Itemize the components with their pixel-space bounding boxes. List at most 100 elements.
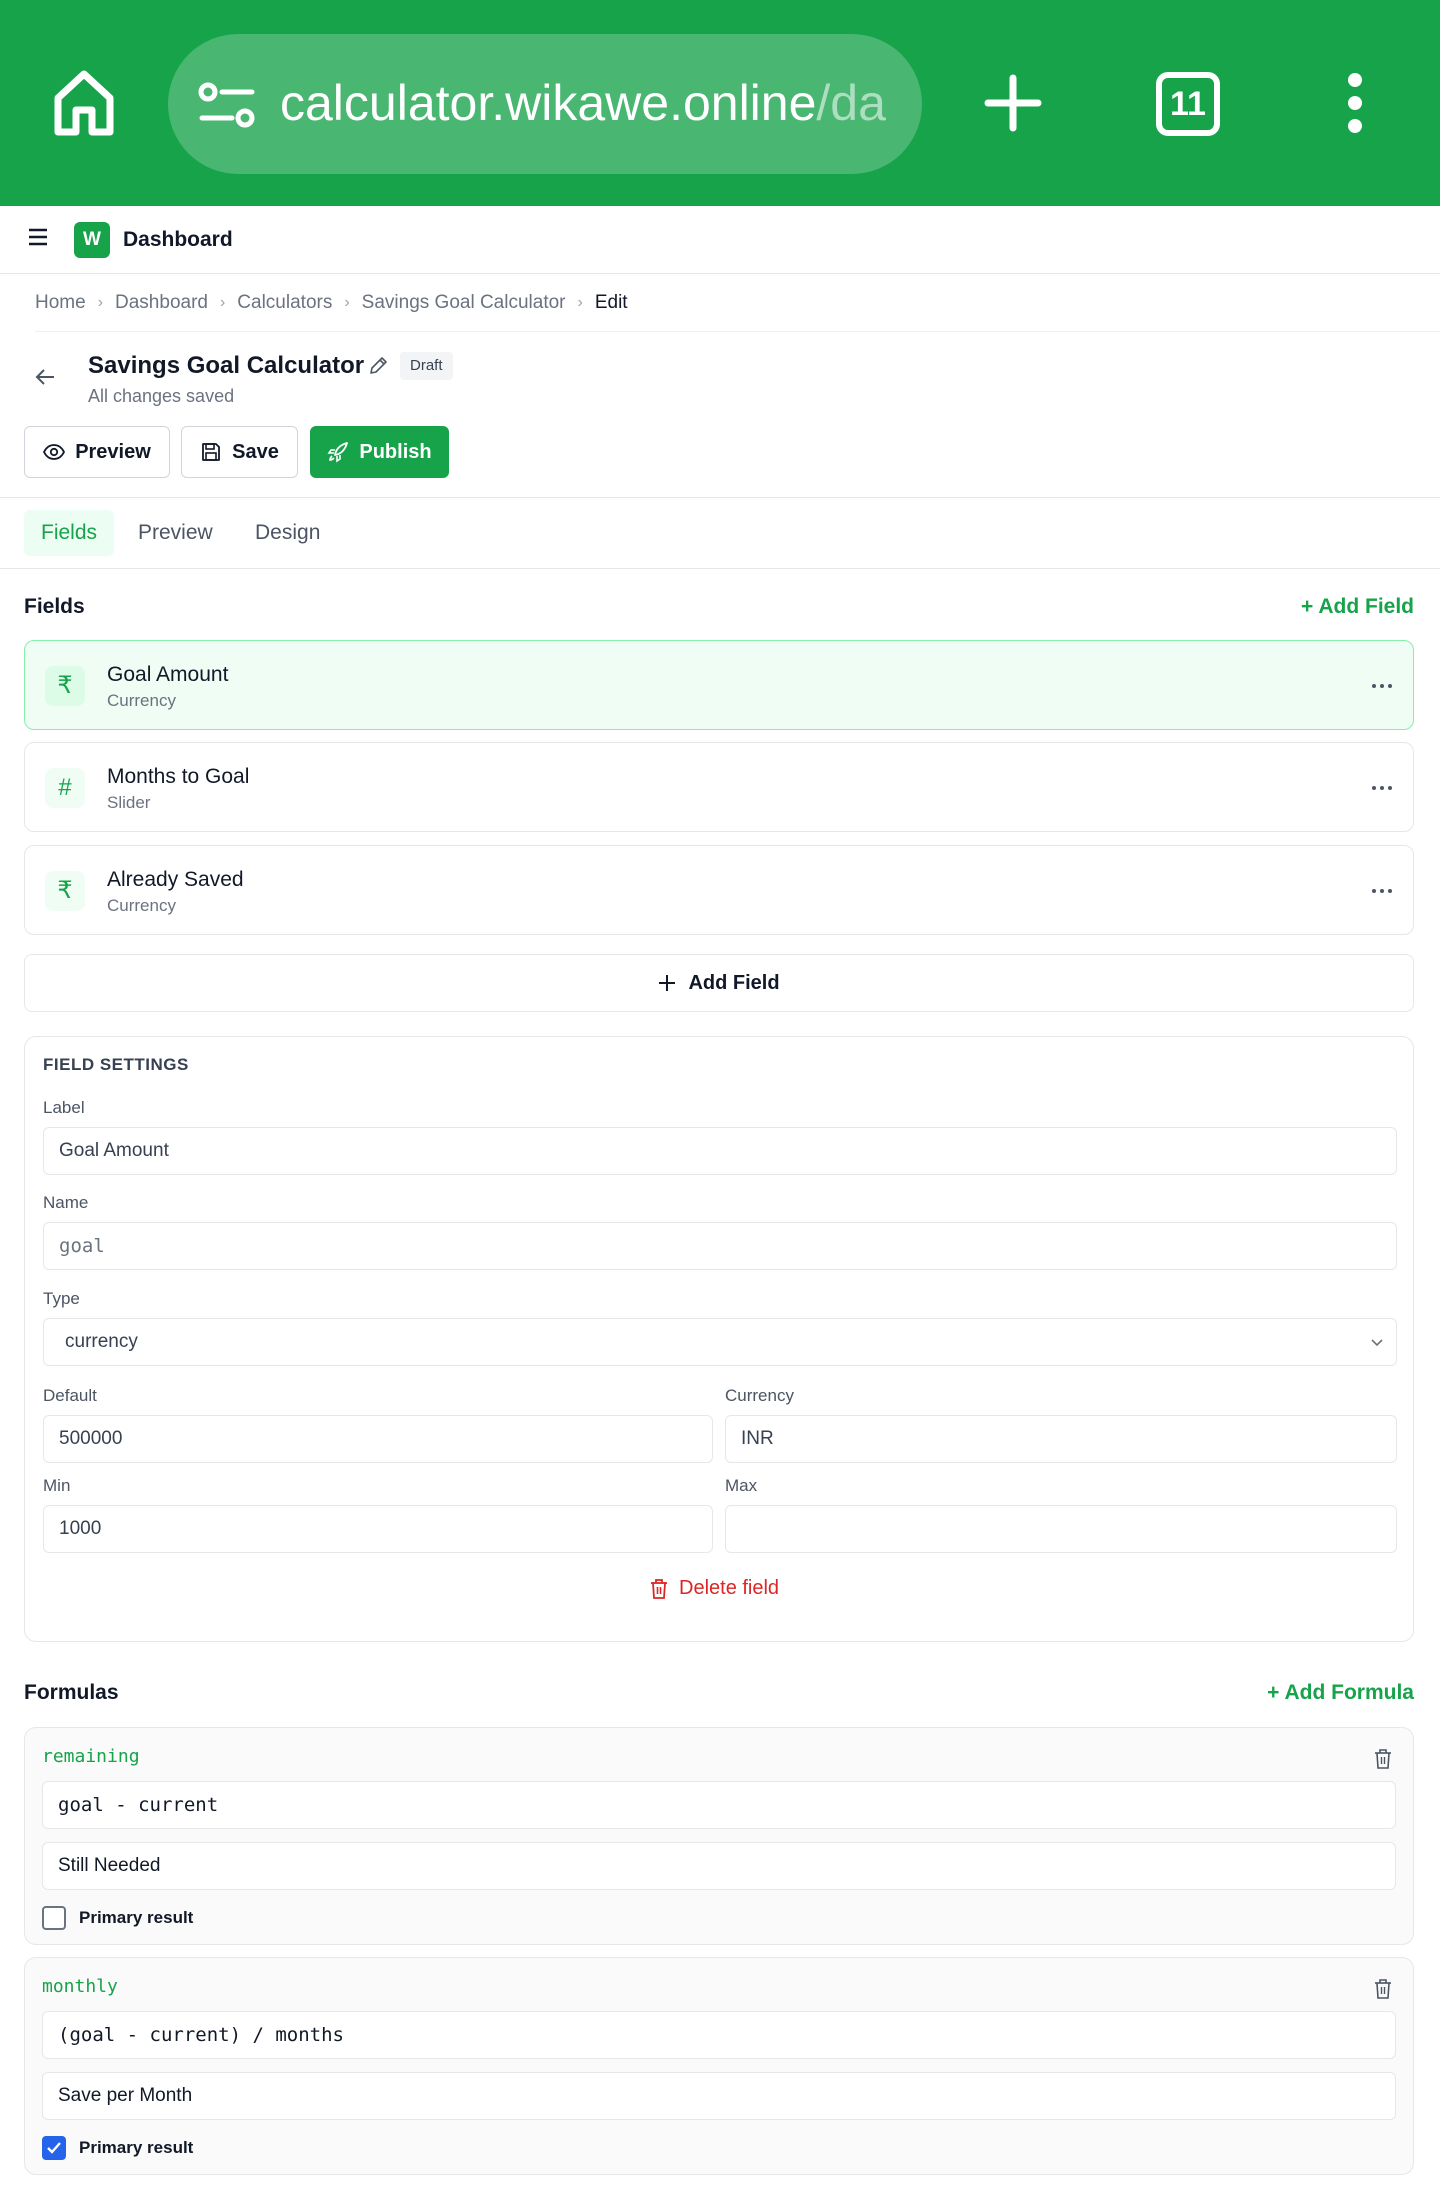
formula-card-monthly: monthly (goal - current) / months Save p… bbox=[24, 1957, 1414, 2175]
default-field-label: Default bbox=[43, 1386, 97, 1405]
field-card-type: Currency bbox=[107, 691, 176, 710]
trash-icon bbox=[651, 1578, 667, 1599]
formulas-section-title: Formulas bbox=[24, 1681, 119, 1704]
trash-icon[interactable] bbox=[1373, 1748, 1393, 1770]
field-card-already-saved[interactable]: ₹ Already Saved Currency bbox=[24, 845, 1414, 935]
home-icon[interactable] bbox=[52, 66, 116, 138]
formula-name: monthly bbox=[42, 1976, 118, 1997]
name-input[interactable]: goal bbox=[43, 1222, 1397, 1270]
tab-count-button[interactable]: 11 bbox=[1156, 72, 1220, 136]
field-card-goal-amount[interactable]: ₹ Goal Amount Currency bbox=[24, 640, 1414, 730]
url-path: /da bbox=[816, 75, 886, 131]
menu-icon[interactable] bbox=[28, 228, 48, 246]
field-card-months-to-goal[interactable]: # Months to Goal Slider bbox=[24, 742, 1414, 832]
app-title[interactable]: Dashboard bbox=[123, 226, 233, 254]
site-settings-icon[interactable] bbox=[198, 82, 256, 128]
more-horizontal-icon[interactable] bbox=[1371, 876, 1393, 906]
formula-expression-input[interactable]: goal - current bbox=[42, 1781, 1396, 1829]
breadcrumb-home[interactable]: Home bbox=[35, 292, 86, 314]
field-card-name: Already Saved bbox=[107, 868, 244, 891]
name-field-label: Name bbox=[43, 1193, 89, 1212]
chevron-right-icon: › bbox=[219, 293, 226, 311]
add-formula-link[interactable]: + Add Formula bbox=[1267, 1679, 1414, 1707]
page-title: Savings Goal Calculator bbox=[88, 352, 365, 379]
divider bbox=[0, 568, 1440, 569]
field-card-type: Slider bbox=[107, 793, 151, 812]
app-logo[interactable]: W bbox=[74, 222, 110, 258]
eye-icon bbox=[43, 444, 66, 460]
field-card-name: Months to Goal bbox=[107, 765, 250, 788]
breadcrumb-dashboard[interactable]: Dashboard bbox=[115, 292, 208, 314]
tab-preview[interactable]: Preview bbox=[121, 510, 230, 556]
label-field-label: Label bbox=[43, 1098, 85, 1117]
preview-button-label: Preview bbox=[75, 440, 151, 463]
status-badge: Draft bbox=[400, 352, 453, 380]
browser-toolbar: calculator.wikawe.online/da 11 bbox=[0, 0, 1440, 206]
add-field-link[interactable]: + Add Field bbox=[1301, 593, 1414, 621]
chevron-down-icon bbox=[1371, 1339, 1383, 1347]
field-settings-heading: FIELD SETTINGS bbox=[43, 1055, 189, 1074]
publish-button[interactable]: Publish bbox=[310, 426, 449, 478]
type-select[interactable]: currency bbox=[43, 1318, 1397, 1366]
field-card-type: Currency bbox=[107, 896, 176, 915]
default-input[interactable]: 500000 bbox=[43, 1415, 713, 1463]
formula-expression-input[interactable]: (goal - current) / months bbox=[42, 2011, 1396, 2059]
breadcrumb-current: Edit bbox=[594, 291, 628, 313]
plus-icon[interactable] bbox=[984, 74, 1042, 132]
more-vertical-icon[interactable] bbox=[1344, 72, 1366, 134]
check-icon bbox=[47, 2142, 61, 2154]
preview-button[interactable]: Preview bbox=[24, 426, 170, 478]
chevron-right-icon: › bbox=[344, 293, 350, 311]
pencil-icon[interactable] bbox=[368, 356, 388, 376]
fields-section-title: Fields bbox=[24, 595, 85, 618]
formula-card-remaining: remaining goal - current Still Needed Pr… bbox=[24, 1727, 1414, 1945]
currency-field-label: Currency bbox=[725, 1386, 794, 1405]
primary-result-checkbox[interactable] bbox=[42, 1906, 66, 1930]
formula-name: remaining bbox=[42, 1746, 140, 1767]
address-bar[interactable]: calculator.wikawe.online/da bbox=[168, 34, 922, 174]
more-horizontal-icon[interactable] bbox=[1371, 773, 1393, 803]
type-field-label: Type bbox=[43, 1289, 80, 1308]
primary-result-label: Primary result bbox=[79, 1908, 194, 1927]
save-button-label: Save bbox=[232, 440, 279, 463]
trash-icon[interactable] bbox=[1373, 1978, 1393, 2000]
tab-fields[interactable]: Fields bbox=[24, 510, 115, 556]
rocket-icon bbox=[327, 442, 349, 463]
arrow-left-icon[interactable] bbox=[34, 366, 56, 388]
field-card-name: Goal Amount bbox=[107, 663, 229, 686]
add-field-button[interactable]: Add Field bbox=[24, 954, 1414, 1012]
url-domain: calculator.wikawe.online bbox=[280, 75, 817, 131]
max-field-label: Max bbox=[725, 1476, 758, 1495]
save-button[interactable]: Save bbox=[181, 426, 298, 478]
divider bbox=[0, 497, 1440, 498]
field-settings-panel: FIELD SETTINGS Label Goal Amount Name go… bbox=[24, 1036, 1414, 1642]
currency-input[interactable]: INR bbox=[725, 1415, 1397, 1463]
save-status: All changes saved bbox=[88, 386, 235, 406]
formula-label-input[interactable]: Still Needed bbox=[42, 1842, 1396, 1890]
breadcrumb-calculators[interactable]: Calculators bbox=[237, 292, 332, 314]
rupee-icon: ₹ bbox=[45, 871, 85, 911]
add-field-button-label: Add Field bbox=[688, 971, 780, 994]
formula-label-input[interactable]: Save per Month bbox=[42, 2072, 1396, 2120]
hash-icon: # bbox=[45, 768, 85, 808]
floppy-disk-icon bbox=[202, 443, 221, 461]
primary-result-label: Primary result bbox=[79, 2138, 194, 2157]
publish-button-label: Publish bbox=[359, 440, 432, 463]
breadcrumb-calculator[interactable]: Savings Goal Calculator bbox=[362, 292, 566, 314]
url-text: calculator.wikawe.online/da bbox=[280, 70, 886, 136]
more-horizontal-icon[interactable] bbox=[1371, 671, 1393, 701]
tab-design[interactable]: Design bbox=[238, 510, 337, 556]
chevron-right-icon: › bbox=[97, 293, 104, 311]
chevron-right-icon: › bbox=[577, 293, 583, 311]
min-field-label: Min bbox=[43, 1476, 71, 1495]
type-select-value: currency bbox=[65, 1331, 138, 1352]
min-input[interactable]: 1000 bbox=[43, 1505, 713, 1553]
max-input[interactable] bbox=[725, 1505, 1397, 1553]
primary-result-checkbox[interactable] bbox=[42, 2136, 66, 2160]
delete-field-button[interactable]: Delete field bbox=[649, 1577, 779, 1600]
breadcrumb: Home › Dashboard › Calculators › Savings… bbox=[35, 274, 1440, 332]
delete-field-label: Delete field bbox=[679, 1577, 780, 1599]
label-input[interactable]: Goal Amount bbox=[43, 1127, 1397, 1175]
app-header: W Dashboard bbox=[0, 206, 1440, 274]
rupee-icon: ₹ bbox=[45, 666, 85, 706]
